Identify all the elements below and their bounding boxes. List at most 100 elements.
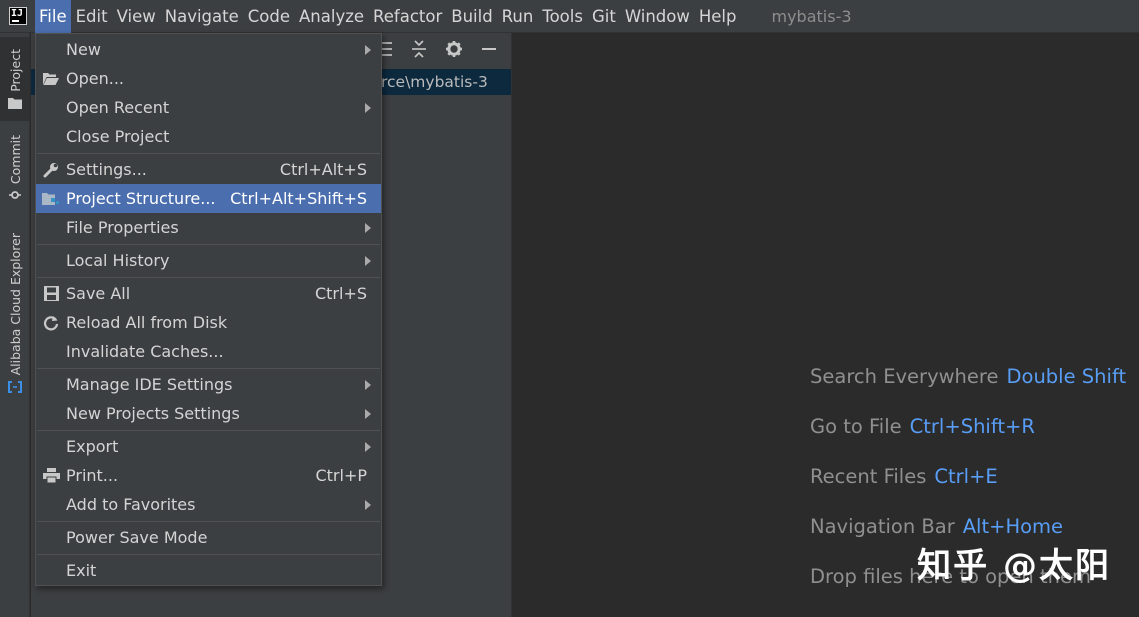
menu-navigate[interactable]: Navigate — [161, 0, 243, 33]
menu-item-manage-ide-settings[interactable]: Manage IDE Settings — [36, 370, 381, 399]
hint-recent-files: Recent Files Ctrl+E — [810, 465, 998, 488]
project-structure-icon — [42, 190, 60, 208]
submenu-arrow-icon — [365, 44, 371, 55]
hint-search-everywhere: Search Everywhere Double Shift — [810, 365, 1126, 388]
menu-separator — [37, 277, 380, 278]
menu-item-label: Reload All from Disk — [66, 313, 228, 332]
menu-item-power-save-mode[interactable]: Power Save Mode — [36, 523, 381, 552]
menu-item-open-recent[interactable]: Open Recent — [36, 93, 381, 122]
menu-separator — [37, 554, 380, 555]
menu-item-reload-all[interactable]: Reload All from Disk — [36, 308, 381, 337]
left-tool-strip: Project Commit Alibaba Cloud Explorer — [0, 33, 30, 617]
menu-item-print[interactable]: Print... Ctrl+P — [36, 461, 381, 490]
menu-git[interactable]: Git — [588, 0, 620, 33]
menu-item-label: Add to Favorites — [66, 495, 196, 514]
hint-label: Go to File — [810, 415, 902, 438]
menu-item-label: Export — [66, 437, 119, 456]
intellij-logo-icon: IJ — [9, 7, 27, 25]
hint-go-to-file: Go to File Ctrl+Shift+R — [810, 415, 1035, 438]
minimize-icon[interactable] — [481, 40, 497, 58]
menu-help[interactable]: Help — [695, 0, 741, 33]
menu-item-new-projects-settings[interactable]: New Projects Settings — [36, 399, 381, 428]
commit-icon — [9, 191, 21, 199]
menu-build[interactable]: Build — [447, 0, 496, 33]
tool-tab-alibaba-label: Alibaba Cloud Explorer — [7, 233, 23, 376]
project-panel-toolbar — [381, 40, 497, 58]
menu-bar: IJ File Edit View Navigate Code Analyze … — [0, 0, 1139, 33]
hint-shortcut: Ctrl+E — [934, 465, 998, 488]
menu-item-exit[interactable]: Exit — [36, 556, 381, 585]
gear-icon[interactable] — [445, 40, 463, 58]
menu-item-label: File Properties — [66, 218, 179, 237]
menu-item-label: Save All — [66, 284, 131, 303]
menu-item-shortcut: Ctrl+S — [314, 284, 367, 303]
menu-item-label: Print... — [66, 466, 119, 485]
menu-run[interactable]: Run — [498, 0, 538, 33]
menu-separator — [37, 521, 380, 522]
hint-shortcut: Double Shift — [1006, 365, 1127, 388]
menu-edit[interactable]: Edit — [72, 0, 112, 33]
menu-code[interactable]: Code — [244, 0, 294, 33]
menu-separator — [37, 153, 380, 154]
menu-item-project-structure[interactable]: Project Structure... Ctrl+Alt+Shift+S — [36, 184, 381, 213]
menu-item-label: Open Recent — [66, 98, 170, 117]
hint-label: Recent Files — [810, 465, 927, 488]
menu-item-invalidate-caches[interactable]: Invalidate Caches... — [36, 337, 381, 366]
expand-all-icon[interactable] — [381, 40, 393, 58]
menu-item-label: Power Save Mode — [66, 528, 208, 547]
menu-item-add-to-favorites[interactable]: Add to Favorites — [36, 490, 381, 519]
menu-item-label: Local History — [66, 251, 170, 270]
menu-tools[interactable]: Tools — [538, 0, 587, 33]
menu-item-label: Settings... — [66, 160, 147, 179]
tool-tab-project-label: Project — [7, 49, 23, 92]
zhihu-watermark: 知乎 @太阳 — [917, 546, 1111, 586]
menu-item-open[interactable]: Open... — [36, 64, 381, 93]
menu-item-label: Close Project — [66, 127, 170, 146]
save-icon — [42, 285, 60, 303]
menu-window[interactable]: Window — [621, 0, 694, 33]
wrench-icon — [42, 161, 60, 179]
hint-navigation-bar: Navigation Bar Alt+Home — [810, 515, 1063, 538]
submenu-arrow-icon — [365, 222, 371, 233]
tool-tab-alibaba-cloud-explorer[interactable]: Alibaba Cloud Explorer — [0, 229, 30, 397]
menu-file[interactable]: File — [35, 0, 71, 33]
submenu-arrow-icon — [365, 441, 371, 452]
reload-icon — [42, 314, 60, 332]
hint-label: Navigation Bar — [810, 515, 955, 538]
menu-item-save-all[interactable]: Save All Ctrl+S — [36, 279, 381, 308]
tool-tab-commit[interactable]: Commit — [0, 129, 30, 207]
submenu-arrow-icon — [365, 379, 371, 390]
menu-item-file-properties[interactable]: File Properties — [36, 213, 381, 242]
menu-item-close-project[interactable]: Close Project — [36, 122, 381, 151]
menu-item-label: New Projects Settings — [66, 404, 240, 423]
menu-item-shortcut: Ctrl+P — [315, 466, 367, 485]
menu-item-label: Open... — [66, 69, 124, 88]
menu-item-new[interactable]: New — [36, 35, 381, 64]
menu-separator — [37, 368, 380, 369]
collapse-all-icon[interactable] — [411, 40, 427, 58]
hint-label: Search Everywhere — [810, 365, 999, 388]
menu-item-shortcut: Ctrl+Alt+Shift+S — [230, 189, 367, 208]
menu-analyze[interactable]: Analyze — [295, 0, 368, 33]
hint-shortcut: Alt+Home — [962, 515, 1064, 538]
menu-item-settings[interactable]: Settings... Ctrl+Alt+S — [36, 155, 381, 184]
menu-separator — [37, 244, 380, 245]
menu-item-label: Exit — [66, 561, 97, 580]
menu-item-label: Project Structure... — [66, 189, 216, 208]
window-title-project: mybatis-3 — [771, 6, 852, 26]
submenu-arrow-icon — [365, 499, 371, 510]
editor-empty-area: Search Everywhere Double Shift Go to File… — [513, 33, 1139, 617]
hint-shortcut: Ctrl+Shift+R — [909, 415, 1035, 438]
menu-item-label: New — [66, 40, 101, 59]
menu-view[interactable]: View — [113, 0, 160, 33]
menu-item-local-history[interactable]: Local History — [36, 246, 381, 275]
file-menu-dropdown: New Open... Open Recent Close Project Se… — [35, 33, 382, 586]
tool-tab-project[interactable]: Project — [0, 37, 30, 121]
menu-item-label: Invalidate Caches... — [66, 342, 224, 361]
menu-refactor[interactable]: Refactor — [369, 0, 446, 33]
menu-item-export[interactable]: Export — [36, 432, 381, 461]
menu-item-label: Manage IDE Settings — [66, 375, 233, 394]
printer-icon — [42, 467, 60, 485]
submenu-arrow-icon — [365, 255, 371, 266]
project-path-text: rce\mybatis-3 — [381, 73, 488, 91]
